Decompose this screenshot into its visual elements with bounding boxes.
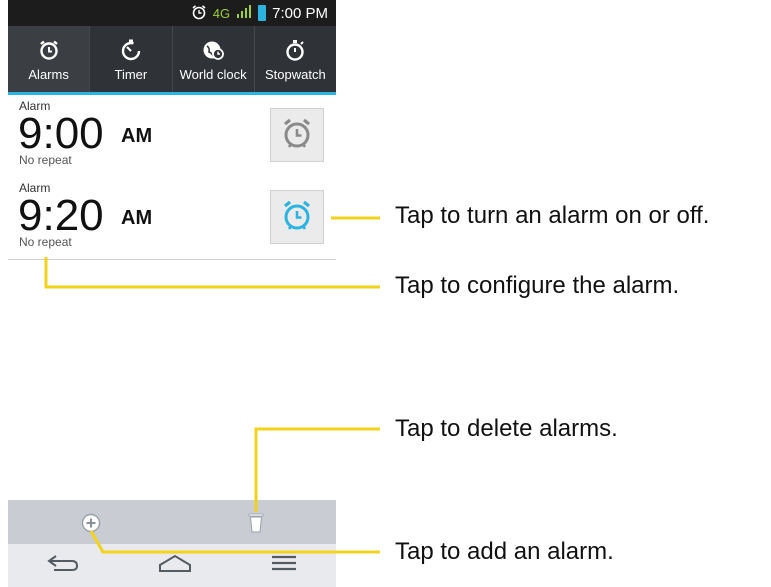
tab-label: Stopwatch	[265, 66, 326, 82]
stopwatch-icon	[282, 37, 308, 63]
alarm-repeat: No repeat	[19, 235, 72, 249]
signal-icon	[236, 4, 252, 22]
tab-alarms[interactable]: Alarms	[8, 26, 91, 92]
navigation-bar	[8, 544, 336, 587]
menu-icon[interactable]	[270, 555, 298, 576]
alarm-ampm: AM	[121, 125, 153, 147]
alarm-toggle-button[interactable]	[270, 108, 324, 162]
tab-label: World clock	[179, 66, 247, 82]
alarm-repeat: No repeat	[19, 153, 72, 167]
tab-world-clock[interactable]: World clock	[173, 26, 255, 92]
alarm-off-icon	[280, 116, 314, 155]
alarm-toggle-button[interactable]	[270, 190, 324, 244]
tab-timer[interactable]: Timer	[90, 26, 173, 92]
battery-icon	[258, 5, 267, 21]
alarm-item[interactable]: Alarm 9:00 AM No repeat	[8, 95, 336, 178]
delete-callout: Tap to delete alarms.	[395, 415, 618, 442]
alarm-icon	[191, 4, 207, 23]
status-time: 7:00 PM	[272, 4, 328, 22]
trash-icon[interactable]	[248, 512, 264, 534]
timer-icon	[118, 37, 144, 63]
phone-screen: 4G 7:00 PM Alarms Timer World clock Stop…	[8, 0, 336, 587]
bottom-action-bar	[8, 500, 336, 544]
alarm-time: 9:20	[18, 191, 104, 240]
status-bar: 4G 7:00 PM	[8, 0, 336, 26]
alarm-item[interactable]: Alarm 9:20 AM No repeat	[8, 177, 336, 260]
toggle-callout: Tap to turn an alarm on or off.	[395, 202, 710, 229]
tab-bar: Alarms Timer World clock Stopwatch	[8, 26, 336, 95]
configure-callout: Tap to configure the alarm.	[395, 272, 680, 299]
alarm-clock-icon	[36, 37, 62, 63]
tab-label: Alarms	[28, 66, 69, 82]
alarm-time: 9:00	[18, 109, 104, 158]
tab-stopwatch[interactable]: Stopwatch	[255, 26, 336, 92]
back-icon[interactable]	[46, 553, 80, 578]
add-callout: Tap to add an alarm.	[395, 538, 614, 565]
home-icon[interactable]	[157, 553, 193, 578]
4g-lte-icon: 4G	[212, 5, 231, 21]
alarm-on-icon	[280, 198, 314, 237]
tab-label: Timer	[114, 66, 148, 82]
world-clock-icon	[200, 37, 226, 63]
add-icon[interactable]	[81, 513, 101, 533]
alarm-ampm: AM	[121, 207, 153, 229]
